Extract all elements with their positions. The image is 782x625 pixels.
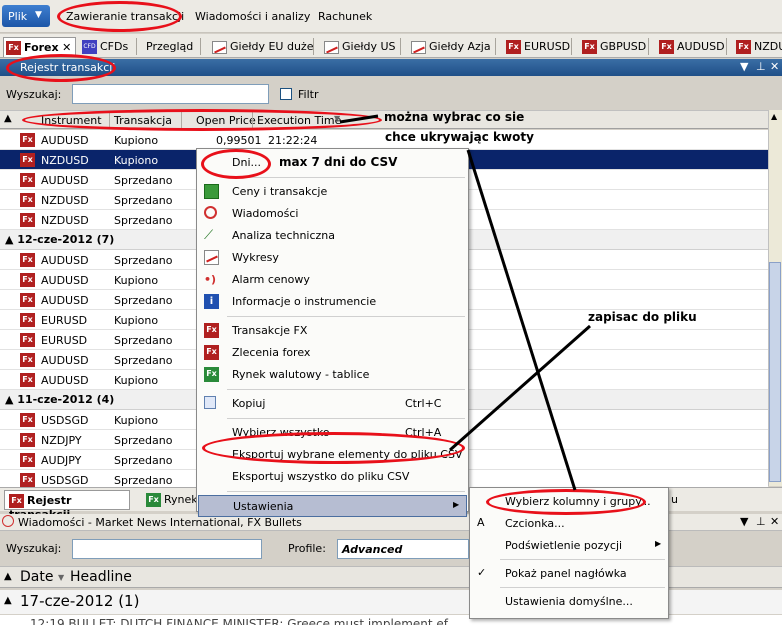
annotation-arrow: [466, 149, 577, 491]
annotation-arrow: [449, 324, 591, 452]
annotation-arrows: [339, 114, 591, 491]
annotation-arrow: [339, 114, 379, 124]
